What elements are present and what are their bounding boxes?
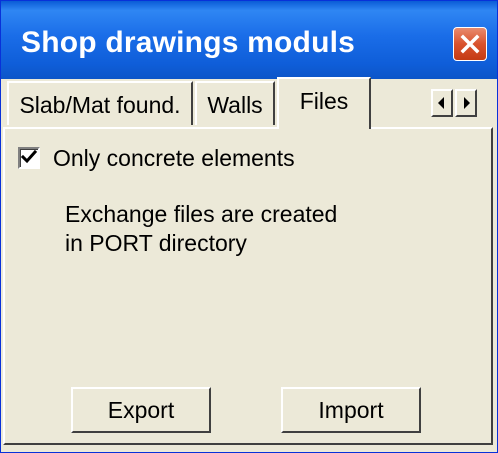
window-title: Shop drawings moduls	[21, 26, 356, 59]
tab-scroll-right-button[interactable]	[455, 89, 477, 117]
arrow-left-icon	[438, 97, 444, 109]
arrow-right-icon	[464, 97, 470, 109]
export-button[interactable]: Export	[71, 387, 211, 433]
info-text-line-2: in PORT directory	[65, 230, 247, 256]
tab-walls[interactable]: Walls	[195, 81, 275, 125]
shop-drawings-window: Shop drawings moduls Slab/Mat found. Wal…	[0, 0, 498, 453]
checkmark-icon	[20, 149, 38, 164]
files-tab-panel: Only concrete elements Exchange files ar…	[3, 127, 493, 445]
tab-scroll-left-button[interactable]	[431, 89, 453, 117]
only-concrete-checkbox[interactable]	[18, 147, 40, 169]
dialog-body: Slab/Mat found. Walls Files Only concret…	[1, 77, 497, 452]
info-text-line-1: Exchange files are created	[65, 201, 338, 227]
tab-slab-mat-found[interactable]: Slab/Mat found.	[7, 81, 193, 125]
close-icon	[460, 34, 480, 54]
only-concrete-label[interactable]: Only concrete elements	[53, 143, 295, 173]
import-button[interactable]: Import	[281, 387, 421, 433]
close-button[interactable]	[453, 27, 487, 61]
tab-files[interactable]: Files	[277, 77, 371, 129]
title-bar[interactable]: Shop drawings moduls	[1, 1, 497, 79]
